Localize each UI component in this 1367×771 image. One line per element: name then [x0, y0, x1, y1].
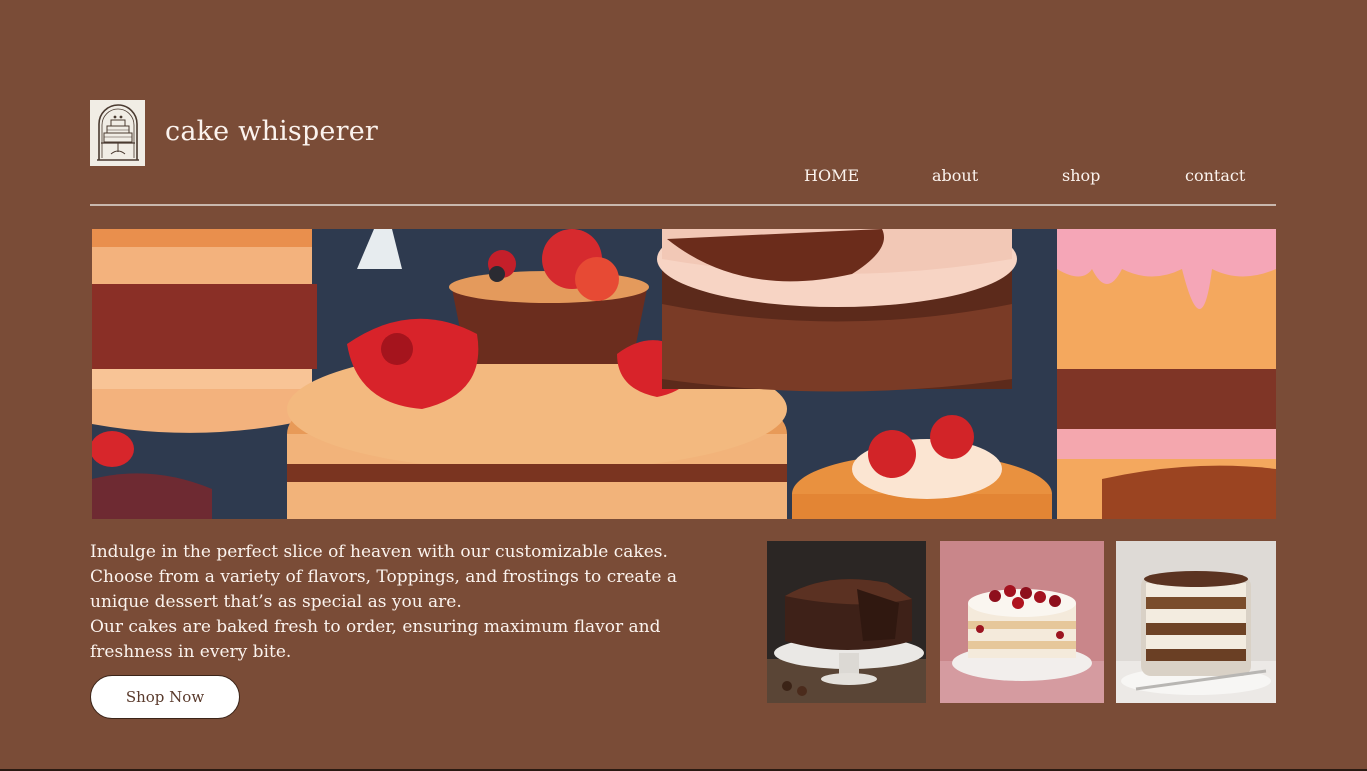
brand-name[interactable]: cake whisperer: [165, 116, 378, 147]
intro-text: Indulge in the perfect slice of heaven w…: [90, 540, 710, 665]
nav-contact[interactable]: contact: [1185, 166, 1245, 185]
hero-cake-illustration: [92, 229, 1276, 519]
intro-line-3: Our cakes are baked fresh to order, ensu…: [90, 617, 661, 662]
intro-line-1: Indulge in the perfect slice of heaven w…: [90, 542, 668, 562]
cake-arch-logo-icon: [96, 104, 139, 161]
nav-home[interactable]: HOME: [804, 166, 859, 185]
logo[interactable]: [90, 100, 145, 166]
nav-shop[interactable]: shop: [1062, 166, 1100, 185]
intro-line-2: Choose from a variety of flavors, Toppin…: [90, 567, 677, 612]
nav-about[interactable]: about: [932, 166, 978, 185]
chocolate-cake-image[interactable]: [767, 541, 926, 703]
header-divider: [90, 204, 1276, 206]
cherry-cake-image[interactable]: [940, 541, 1104, 703]
shop-now-button[interactable]: Shop Now: [90, 675, 240, 719]
tiramisu-image[interactable]: [1116, 541, 1276, 703]
